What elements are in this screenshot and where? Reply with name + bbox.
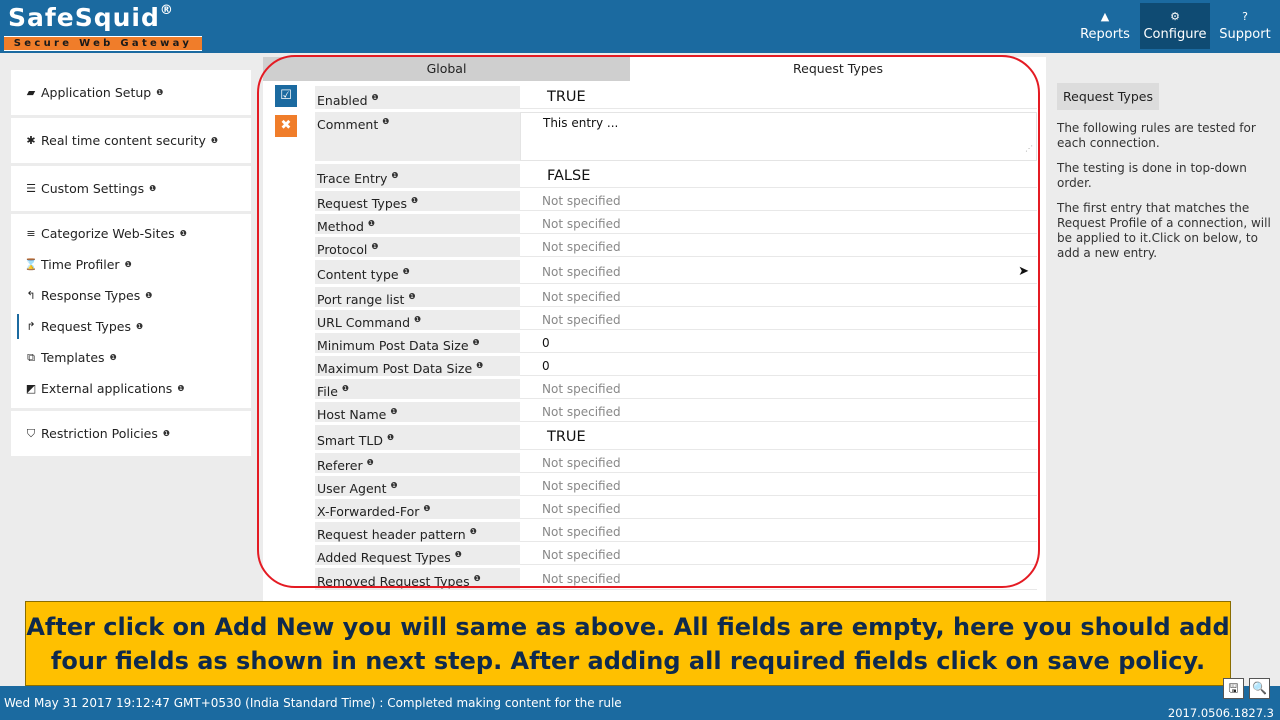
info-icon[interactable]: ❶: [156, 88, 163, 97]
sidebar: ▰ Application Setup ❶ ✱ Real time content se…: [11, 70, 251, 459]
tutorial-caption: After click on Add New you will same as …: [25, 601, 1231, 686]
help-panel: Request Types The following rules are te…: [1057, 83, 1272, 271]
help-paragraph: The first entry that matches the Request…: [1057, 201, 1271, 260]
sidebar-item-real-time-content-security[interactable]: ✱ Real time content security ❶: [11, 118, 251, 163]
hourglass-icon: ⌛: [24, 258, 38, 271]
safesquid-logo[interactable]: SafeSquid® Secure Web Gateway: [4, 3, 204, 51]
sidebar-item-request-types[interactable]: ↱ Request Types ❶: [11, 311, 251, 342]
highlight-outline: [257, 55, 1040, 588]
sidebar-item-restriction-policies[interactable]: ⛉ Restriction Policies ❶: [11, 411, 251, 456]
sidebar-item-custom-settings[interactable]: ☰ Custom Settings ❶: [11, 166, 251, 211]
nav-configure-label: Configure: [1143, 27, 1207, 42]
briefcase-icon: ▰: [26, 86, 36, 99]
status-text: Wed May 31 2017 19:12:47 GMT+0530 (India…: [4, 696, 622, 710]
app-header: SafeSquid® Secure Web Gateway ▲ Reports …: [0, 0, 1280, 53]
sidebar-item-label: Time Profiler: [41, 257, 120, 272]
sidebar-item-external-applications[interactable]: ◩ External applications ❶: [11, 373, 251, 404]
search-icon[interactable]: 🔍: [1249, 678, 1270, 699]
info-icon[interactable]: ❶: [211, 136, 218, 145]
share-icon: ↱: [26, 320, 36, 333]
sidebar-group: ☰ Custom Settings ❶: [11, 166, 251, 211]
sidebar-item-label: Request Types: [41, 319, 131, 334]
reports-icon: ▲: [1100, 10, 1110, 23]
bug-icon: ✱: [26, 134, 36, 147]
sidebar-item-label: Restriction Policies: [41, 426, 158, 441]
logo-title: SafeSquid®: [8, 3, 174, 32]
external-link-icon: ◩: [25, 382, 37, 395]
sidebar-item-response-types[interactable]: ↰ Response Types ❶: [11, 280, 251, 311]
nav-reports-label: Reports: [1080, 27, 1130, 42]
save-icon[interactable]: 🖫: [1223, 678, 1244, 699]
help-title: Request Types: [1057, 83, 1159, 110]
logo-tagline: Secure Web Gateway: [4, 36, 202, 51]
help-paragraph: The testing is done in top-down order.: [1057, 161, 1247, 190]
sidebar-group: ⛉ Restriction Policies ❶: [11, 411, 251, 456]
info-icon[interactable]: ❶: [149, 184, 156, 193]
sidebar-item-label: Templates: [41, 350, 105, 365]
sidebar-item-label: Response Types: [41, 288, 141, 303]
sliders-icon: ☰: [26, 182, 36, 195]
nav-configure[interactable]: ⚙ Configure: [1140, 3, 1210, 49]
info-icon[interactable]: ❶: [110, 353, 117, 362]
shield-icon: ⛉: [26, 426, 36, 440]
sidebar-item-label: Real time content security: [41, 133, 206, 148]
nav-support[interactable]: ? Support: [1210, 3, 1280, 49]
status-bar: Wed May 31 2017 19:12:47 GMT+0530 (India…: [0, 678, 1280, 720]
sidebar-item-time-profiler[interactable]: ⌛ Time Profiler ❶: [11, 249, 251, 280]
database-icon: ≡: [26, 227, 36, 240]
version-label: 2017.0506.1827.3: [1167, 706, 1274, 720]
logo-title-text: SafeSquid: [8, 3, 160, 32]
sidebar-item-label: Categorize Web-Sites: [41, 226, 175, 241]
sidebar-group: ▰ Application Setup ❶: [11, 70, 251, 115]
sidebar-item-label: External applications: [41, 381, 173, 396]
help-paragraph: The following rules are tested for each …: [1057, 121, 1256, 150]
info-icon[interactable]: ❶: [125, 260, 132, 269]
sidebar-item-categorize-web-sites[interactable]: ≡ Categorize Web-Sites ❶: [11, 218, 251, 249]
info-icon[interactable]: ❶: [145, 291, 152, 300]
info-icon[interactable]: ❶: [180, 229, 187, 238]
logo-registered-mark: ®: [159, 3, 174, 18]
sidebar-item-label: Application Setup: [41, 85, 152, 100]
question-icon: ?: [1242, 10, 1248, 23]
sidebar-group: ✱ Real time content security ❶: [11, 118, 251, 163]
object-group-icon: ⧉: [27, 350, 35, 364]
gears-icon: ⚙: [1170, 10, 1180, 23]
nav-reports[interactable]: ▲ Reports: [1070, 3, 1140, 49]
info-icon[interactable]: ❶: [136, 322, 143, 331]
sidebar-item-label: Custom Settings: [41, 181, 145, 196]
sidebar-item-templates[interactable]: ⧉ Templates ❶: [11, 342, 251, 373]
info-icon[interactable]: ❶: [177, 384, 184, 393]
reply-icon: ↰: [26, 289, 36, 302]
sidebar-item-application-setup[interactable]: ▰ Application Setup ❶: [11, 70, 251, 115]
sidebar-group: ≡ Categorize Web-Sites ❶ ⌛ Time Profiler ❶ ↰ Re…: [11, 214, 251, 408]
top-nav: ▲ Reports ⚙ Configure ? Support: [1070, 3, 1280, 49]
nav-support-label: Support: [1219, 27, 1271, 42]
info-icon[interactable]: ❶: [163, 429, 170, 438]
